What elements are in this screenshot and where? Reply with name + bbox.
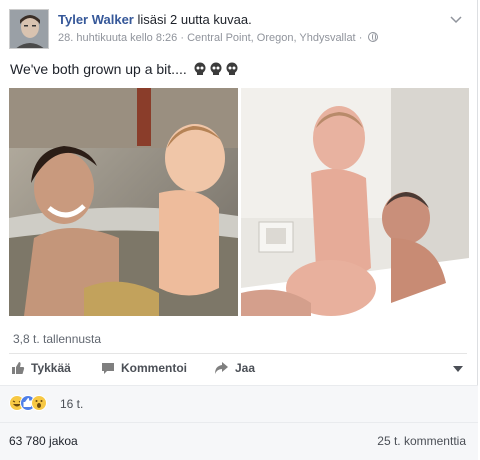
- post-text: We've both grown up a bit....: [10, 61, 239, 79]
- comment-label: Kommentoi: [121, 361, 187, 375]
- comments-count[interactable]: 25 t. kommenttia: [377, 434, 466, 448]
- globe-icon[interactable]: [368, 32, 379, 42]
- post-card: Tyler Walker lisäsi 2 uutta kuvaa. 28. h…: [0, 0, 478, 460]
- share-button[interactable]: Jaa: [214, 361, 255, 378]
- wow-icon: [31, 395, 47, 411]
- meta-separator: ·: [180, 32, 184, 44]
- shares-count[interactable]: 63 780 jakoa: [9, 434, 78, 448]
- skull-icon: [225, 62, 239, 79]
- thumbs-up-icon: [11, 361, 25, 378]
- post-header: Tyler Walker lisäsi 2 uutta kuvaa. 28. h…: [9, 9, 467, 49]
- skull-icon: [193, 62, 207, 79]
- caret-down-icon[interactable]: [453, 366, 463, 372]
- divider: [9, 353, 467, 354]
- author-name-link[interactable]: Tyler Walker: [58, 12, 134, 27]
- timestamp-link[interactable]: 28. huhtikuuta kello 8:26: [58, 32, 177, 44]
- chevron-down-icon[interactable]: [448, 13, 464, 27]
- author-action-text: lisäsi 2 uutta kuvaa.: [137, 12, 252, 27]
- like-button[interactable]: Tykkää: [11, 361, 71, 378]
- location-link[interactable]: Central Point, Oregon, Yhdysvallat: [187, 32, 356, 44]
- meta-separator-2: ·: [358, 32, 363, 44]
- post-message: We've both grown up a bit....: [10, 61, 187, 77]
- author-line: Tyler Walker lisäsi 2 uutta kuvaa.: [58, 12, 252, 27]
- post-meta: 28. huhtikuuta kello 8:26 · Central Poin…: [58, 32, 379, 44]
- like-label: Tykkää: [31, 361, 71, 375]
- share-arrow-icon: [214, 361, 229, 378]
- reactions-row: 16 t.: [0, 385, 478, 422]
- comment-icon: [101, 361, 115, 378]
- reaction-count[interactable]: 16 t.: [60, 397, 83, 411]
- action-bar: Tykkää Kommentoi Jaa: [9, 356, 467, 384]
- stats-footer: 63 780 jakoa 25 t. kommenttia: [0, 422, 478, 460]
- avatar[interactable]: [9, 9, 49, 49]
- share-label: Jaa: [235, 361, 256, 375]
- photo-left[interactable]: [9, 88, 238, 316]
- photo-right[interactable]: [241, 88, 469, 316]
- skull-icon: [209, 62, 223, 79]
- comment-button[interactable]: Kommentoi: [101, 361, 187, 378]
- saves-count[interactable]: 3,8 t. tallennusta: [13, 332, 101, 346]
